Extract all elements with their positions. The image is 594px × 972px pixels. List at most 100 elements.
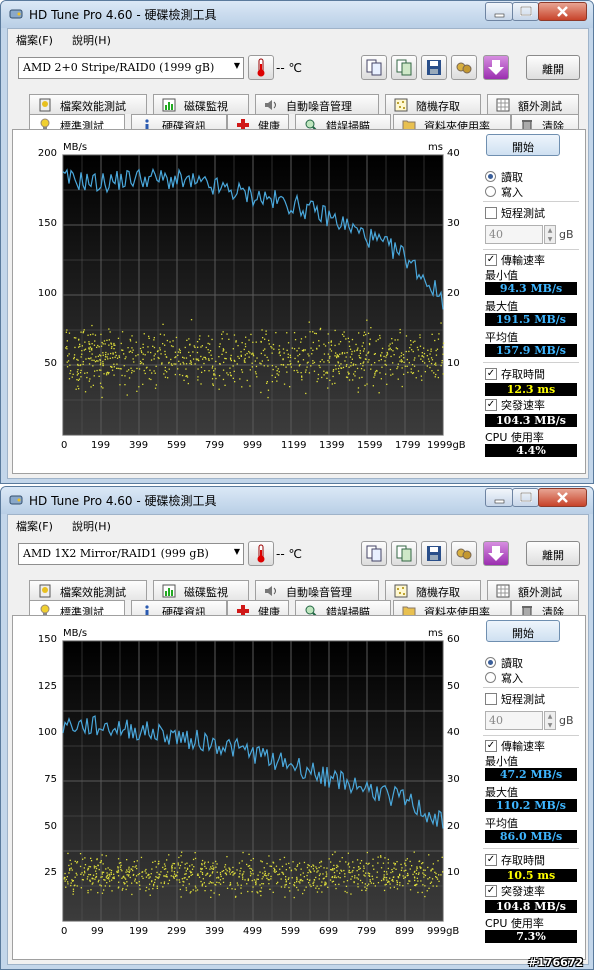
copy-info-button[interactable] <box>361 55 387 80</box>
access-time-point <box>84 348 87 350</box>
access-time-point <box>109 357 111 359</box>
minimize-button[interactable] <box>485 2 513 21</box>
drive-select[interactable]: AMD 1X2 Mirror/RAID1 (999 gB) ▼ <box>18 543 244 565</box>
access-time-point <box>216 863 218 865</box>
menu-help[interactable]: 說明(H) <box>72 32 111 48</box>
tab-file-benchmark[interactable]: 檔案效能測試 <box>29 580 147 600</box>
spinner-arrows-icon[interactable]: ▲ ▼ <box>544 225 556 244</box>
access-time-point <box>263 874 266 876</box>
access-time-point <box>290 366 292 368</box>
access-time-point <box>163 882 165 885</box>
access-time-point <box>136 367 138 370</box>
tab-random-access[interactable]: 隨機存取 <box>385 94 481 114</box>
close-button[interactable] <box>538 488 587 507</box>
tab-disk-monitor[interactable]: 磁碟監視 <box>153 94 249 114</box>
access-time-point <box>121 889 123 891</box>
write-radio[interactable] <box>485 672 496 683</box>
access-time-checkbox[interactable]: ✓ <box>485 368 497 380</box>
access-time-point <box>186 878 188 881</box>
access-time-point <box>152 345 154 347</box>
read-radio[interactable] <box>485 657 496 668</box>
access-time-point <box>189 360 192 362</box>
temperature-button[interactable] <box>248 541 274 566</box>
menu-help[interactable]: 說明(H) <box>72 518 111 534</box>
save-button[interactable] <box>421 541 447 566</box>
access-time-point <box>74 876 76 878</box>
copy-info-button[interactable] <box>361 541 387 566</box>
menu-file[interactable]: 檔案(F) <box>16 32 53 48</box>
short-test-size-input[interactable]: 40 <box>485 225 543 244</box>
access-time-point <box>273 348 275 350</box>
title-bar[interactable]: HD Tune Pro 4.60 - 硬碟檢測工具 <box>1 487 593 514</box>
access-time-point <box>204 370 206 372</box>
access-time-point <box>200 346 202 348</box>
access-time-point <box>151 372 153 374</box>
tab-aam[interactable]: 自動噪音管理 <box>255 580 379 600</box>
maximize-button[interactable] <box>512 2 539 21</box>
options-button[interactable] <box>451 541 477 566</box>
exit-button[interactable]: 離開 <box>526 541 580 566</box>
short-test-checkbox[interactable] <box>485 207 497 219</box>
temperature-button[interactable] <box>248 55 274 80</box>
transfer-rate-checkbox[interactable]: ✓ <box>485 254 497 266</box>
access-time-point <box>95 866 97 868</box>
access-time-point <box>224 864 227 866</box>
write-radio[interactable] <box>485 186 496 197</box>
tab-extra-tests[interactable]: 額外測試 <box>487 94 579 114</box>
access-time-point <box>377 882 380 884</box>
access-time-point <box>277 874 279 876</box>
access-time-point <box>117 887 119 889</box>
tab-extra-tests[interactable]: 額外測試 <box>487 580 579 600</box>
drive-select[interactable]: AMD 2+0 Stripe/RAID0 (1999 gB) ▼ <box>18 57 244 79</box>
tab-disk-monitor[interactable]: 磁碟監視 <box>153 580 249 600</box>
read-radio[interactable] <box>485 171 496 182</box>
access-time-point <box>249 875 252 877</box>
exit-button[interactable]: 離開 <box>526 55 580 80</box>
tab-aam[interactable]: 自動噪音管理 <box>255 94 379 114</box>
access-time-point <box>128 868 130 870</box>
access-time-point <box>81 345 83 347</box>
minimize-button[interactable] <box>485 488 513 507</box>
burst-rate-checkbox[interactable]: ✓ <box>485 885 497 897</box>
access-time-point <box>109 331 111 333</box>
tab-random-access[interactable]: 隨機存取 <box>385 580 481 600</box>
access-time-point <box>247 879 250 881</box>
maximize-button[interactable] <box>512 488 539 507</box>
burst-rate-checkbox[interactable]: ✓ <box>485 399 497 411</box>
tab-file-benchmark[interactable]: 檔案效能測試 <box>29 94 147 114</box>
access-time-point <box>342 366 345 369</box>
copy-all-button[interactable] <box>391 541 417 566</box>
access-time-point <box>427 866 429 869</box>
start-button[interactable]: 開始 <box>486 620 560 642</box>
access-time-label: 存取時間 <box>501 368 545 381</box>
access-time-point <box>229 882 232 884</box>
short-test-size-input[interactable]: 40 <box>485 711 543 730</box>
access-time-point <box>337 865 339 868</box>
y2-tick-label: 10 <box>447 867 460 879</box>
close-button[interactable] <box>538 2 587 21</box>
save-button[interactable] <box>421 55 447 80</box>
access-time-checkbox[interactable]: ✓ <box>485 854 497 866</box>
access-time-point <box>170 358 172 361</box>
access-time-point <box>93 344 96 346</box>
access-time-point <box>139 362 142 365</box>
access-time-point <box>164 865 166 867</box>
spinner-arrows-icon[interactable]: ▲ ▼ <box>544 711 556 730</box>
screenshot-button[interactable] <box>483 541 509 566</box>
options-button[interactable] <box>451 55 477 80</box>
access-time-point <box>413 851 415 853</box>
y2-tick-label: 30 <box>447 218 460 229</box>
copy-icon <box>366 59 382 76</box>
menu-file[interactable]: 檔案(F) <box>16 518 53 534</box>
access-time-point <box>140 350 142 352</box>
screenshot-button[interactable] <box>483 55 509 80</box>
transfer-rate-checkbox[interactable]: ✓ <box>485 740 497 752</box>
access-time-point <box>291 347 293 349</box>
copy-all-button[interactable] <box>391 55 417 80</box>
title-bar[interactable]: HD Tune Pro 4.60 - 硬碟檢測工具 <box>1 1 593 28</box>
start-button[interactable]: 開始 <box>486 134 560 156</box>
short-test-checkbox[interactable] <box>485 693 497 705</box>
access-time-point <box>251 879 253 882</box>
access-time-point <box>100 386 103 388</box>
access-time-point <box>323 867 325 869</box>
